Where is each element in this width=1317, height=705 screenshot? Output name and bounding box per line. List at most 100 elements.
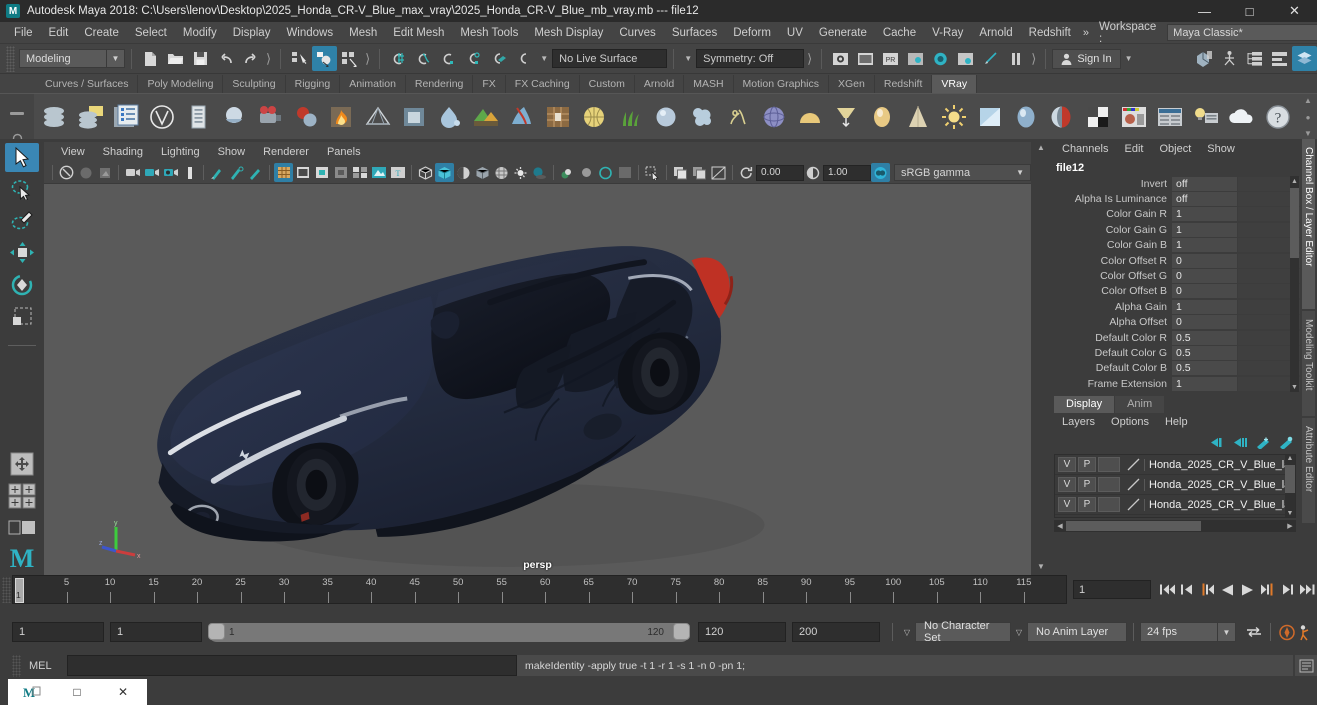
tab-anim-layers[interactable]: Anim xyxy=(1115,396,1165,413)
shelf-tab-motion-graphics[interactable]: Motion Graphics xyxy=(734,75,829,93)
loop-playback-icon[interactable] xyxy=(1244,621,1264,643)
vray-fur-icon[interactable] xyxy=(216,98,252,136)
irr-render-icon[interactable] xyxy=(853,46,878,71)
status-line-grip[interactable] xyxy=(6,45,15,72)
make-live-icon[interactable] xyxy=(511,46,536,71)
channel-row-color-offset-g[interactable]: Color Offset G 0 xyxy=(1048,268,1300,284)
select-isolate-icon[interactable] xyxy=(643,163,662,182)
menu-mesh-tools[interactable]: Mesh Tools xyxy=(452,22,526,44)
minimize-button[interactable]: — xyxy=(1182,0,1227,22)
snap-to-view-planes-icon[interactable] xyxy=(486,46,511,71)
show-gate-mask-icon[interactable] xyxy=(331,163,350,182)
vray-cloth-icon[interactable] xyxy=(504,98,540,136)
taskbar-restore-button[interactable]: □ xyxy=(54,679,100,705)
channel-row-frame-extension[interactable]: Frame Extension 1 xyxy=(1048,376,1300,391)
texture-display-icon[interactable]: T xyxy=(388,163,407,182)
hypershade-icon[interactable] xyxy=(953,46,978,71)
quick-layout-buttons-icon[interactable] xyxy=(5,481,39,510)
channel-value[interactable]: 0 xyxy=(1172,253,1238,268)
edge-tab-channel-box[interactable]: Channel Box / Layer Editor xyxy=(1302,139,1315,309)
shade-options-icon[interactable] xyxy=(473,163,492,182)
perspective-viewport[interactable]: y x z persp xyxy=(44,184,1031,575)
render-sequence-icon[interactable]: PR xyxy=(878,46,903,71)
image-plane-icon[interactable] xyxy=(142,163,161,182)
chevron-down-icon[interactable]: ▼ xyxy=(107,49,125,68)
range-slider-end-handle[interactable] xyxy=(673,622,690,640)
wireframe-shading-icon[interactable] xyxy=(416,163,435,182)
menu-mesh-display[interactable]: Mesh Display xyxy=(526,22,611,44)
menu-vray[interactable]: V-Ray xyxy=(924,22,971,44)
copy-view-icon[interactable] xyxy=(671,163,690,182)
vray-cone-light-icon[interactable] xyxy=(900,98,936,136)
vray-render-icon[interactable] xyxy=(36,98,72,136)
vray-material-preview-icon[interactable] xyxy=(1116,98,1152,136)
play-backwards-icon[interactable] xyxy=(1217,579,1237,601)
chevron-down-icon[interactable]: ▽ xyxy=(1011,622,1027,642)
new-scene-icon[interactable] xyxy=(138,46,163,71)
vray-dome-icon[interactable] xyxy=(792,98,828,136)
menu-set-value[interactable]: Modeling xyxy=(19,49,107,68)
scroll-down-icon[interactable]: ▼ xyxy=(1037,562,1045,575)
menu-display[interactable]: Display xyxy=(225,22,279,44)
display-layer-list[interactable]: V P Honda_2025_CR_V_Blue_laye V P Honda_… xyxy=(1054,454,1296,518)
menu-cache[interactable]: Cache xyxy=(875,22,924,44)
channel-value[interactable]: 1 xyxy=(1172,222,1238,237)
vray-checker-texture-icon[interactable] xyxy=(540,98,576,136)
scroll-up-icon[interactable]: ▲ xyxy=(1037,143,1045,152)
channel-box-menu-show[interactable]: Show xyxy=(1199,139,1243,159)
lasso-tool-icon[interactable] xyxy=(5,175,39,204)
range-slider-bar[interactable]: 1 120 xyxy=(208,622,690,642)
channel-value[interactable]: 1 xyxy=(1172,238,1238,253)
channel-row-default-color-r[interactable]: Default Color R 0.5 xyxy=(1048,330,1300,345)
rotate-tool-icon[interactable] xyxy=(5,271,39,300)
vray-help-icon[interactable]: ? xyxy=(1260,98,1296,136)
anim-layer-field[interactable]: No Anim Layer xyxy=(1027,622,1127,642)
channel-row-invert[interactable]: Invert off xyxy=(1048,176,1300,191)
layer-list-scrollbar[interactable]: ▲ ▼ xyxy=(1285,455,1295,517)
vray-sphere-fade-icon[interactable] xyxy=(288,98,324,136)
current-frame-field[interactable]: 1 xyxy=(1073,580,1151,599)
vray-render-elements-icon[interactable] xyxy=(1152,98,1188,136)
channel-value[interactable]: 0.5 xyxy=(1172,330,1238,345)
vray-frame-buffer-icon[interactable] xyxy=(108,98,144,136)
snap-to-projected-center-icon[interactable] xyxy=(461,46,486,71)
shelf-tab-mash[interactable]: MASH xyxy=(684,75,734,93)
layer-state-toggle[interactable] xyxy=(1098,497,1120,512)
collapse-bracket[interactable]: ⟩ xyxy=(263,51,274,67)
textured-mode-icon[interactable] xyxy=(492,163,511,182)
scroll-up-icon[interactable]: ▲ xyxy=(1285,455,1295,462)
shelf-tab-fx[interactable]: FX xyxy=(473,75,506,93)
move-tool-icon[interactable] xyxy=(5,239,39,268)
menu-edit[interactable]: Edit xyxy=(41,22,77,44)
render-region-icon[interactable] xyxy=(978,46,1003,71)
animation-start-time-field[interactable]: 1 xyxy=(12,622,104,642)
redo-icon[interactable] xyxy=(238,46,263,71)
show-film-gate-icon[interactable] xyxy=(293,163,312,182)
shelf-tab-rendering[interactable]: Rendering xyxy=(406,75,474,93)
menu-uv[interactable]: UV xyxy=(779,22,811,44)
layer-name[interactable]: Honda_2025_CR_V_Blue_laye xyxy=(1144,478,1295,491)
select-by-hierarchy-icon[interactable] xyxy=(287,46,312,71)
color-space-selector[interactable]: sRGB gamma ▼ xyxy=(894,164,1031,181)
shelf-tab-rigging[interactable]: Rigging xyxy=(286,75,341,93)
step-forward-frame-icon[interactable] xyxy=(1277,579,1297,601)
snap-to-curves-icon[interactable] xyxy=(411,46,436,71)
lock-camera-icon[interactable] xyxy=(76,163,95,182)
toggle-image-icon[interactable] xyxy=(709,163,728,182)
layer-color-swatch[interactable] xyxy=(1126,457,1142,472)
shelf-tab-curves-surfaces[interactable]: Curves / Surfaces xyxy=(36,75,139,93)
vray-sun-icon[interactable] xyxy=(936,98,972,136)
auto-keyframe-icon[interactable] xyxy=(1277,621,1297,643)
show-hide-modeling-toolkit-icon[interactable] xyxy=(1192,46,1217,71)
vray-water-icon[interactable] xyxy=(432,98,468,136)
exposure-value-field[interactable]: 0.00 xyxy=(756,164,804,181)
menu-surfaces[interactable]: Surfaces xyxy=(664,22,725,44)
shelf-tab-redshift[interactable]: Redshift xyxy=(875,75,933,93)
color-management-icon[interactable] xyxy=(871,163,890,182)
menu-curves[interactable]: Curves xyxy=(611,22,663,44)
viewport-menu-shading[interactable]: Shading xyxy=(94,142,152,162)
go-to-end-icon[interactable] xyxy=(1297,579,1317,601)
vray-checker-bw-icon[interactable] xyxy=(1080,98,1116,136)
shelf-tab-arnold[interactable]: Arnold xyxy=(635,75,685,93)
shelf-tab-vray[interactable]: VRay xyxy=(932,75,978,93)
